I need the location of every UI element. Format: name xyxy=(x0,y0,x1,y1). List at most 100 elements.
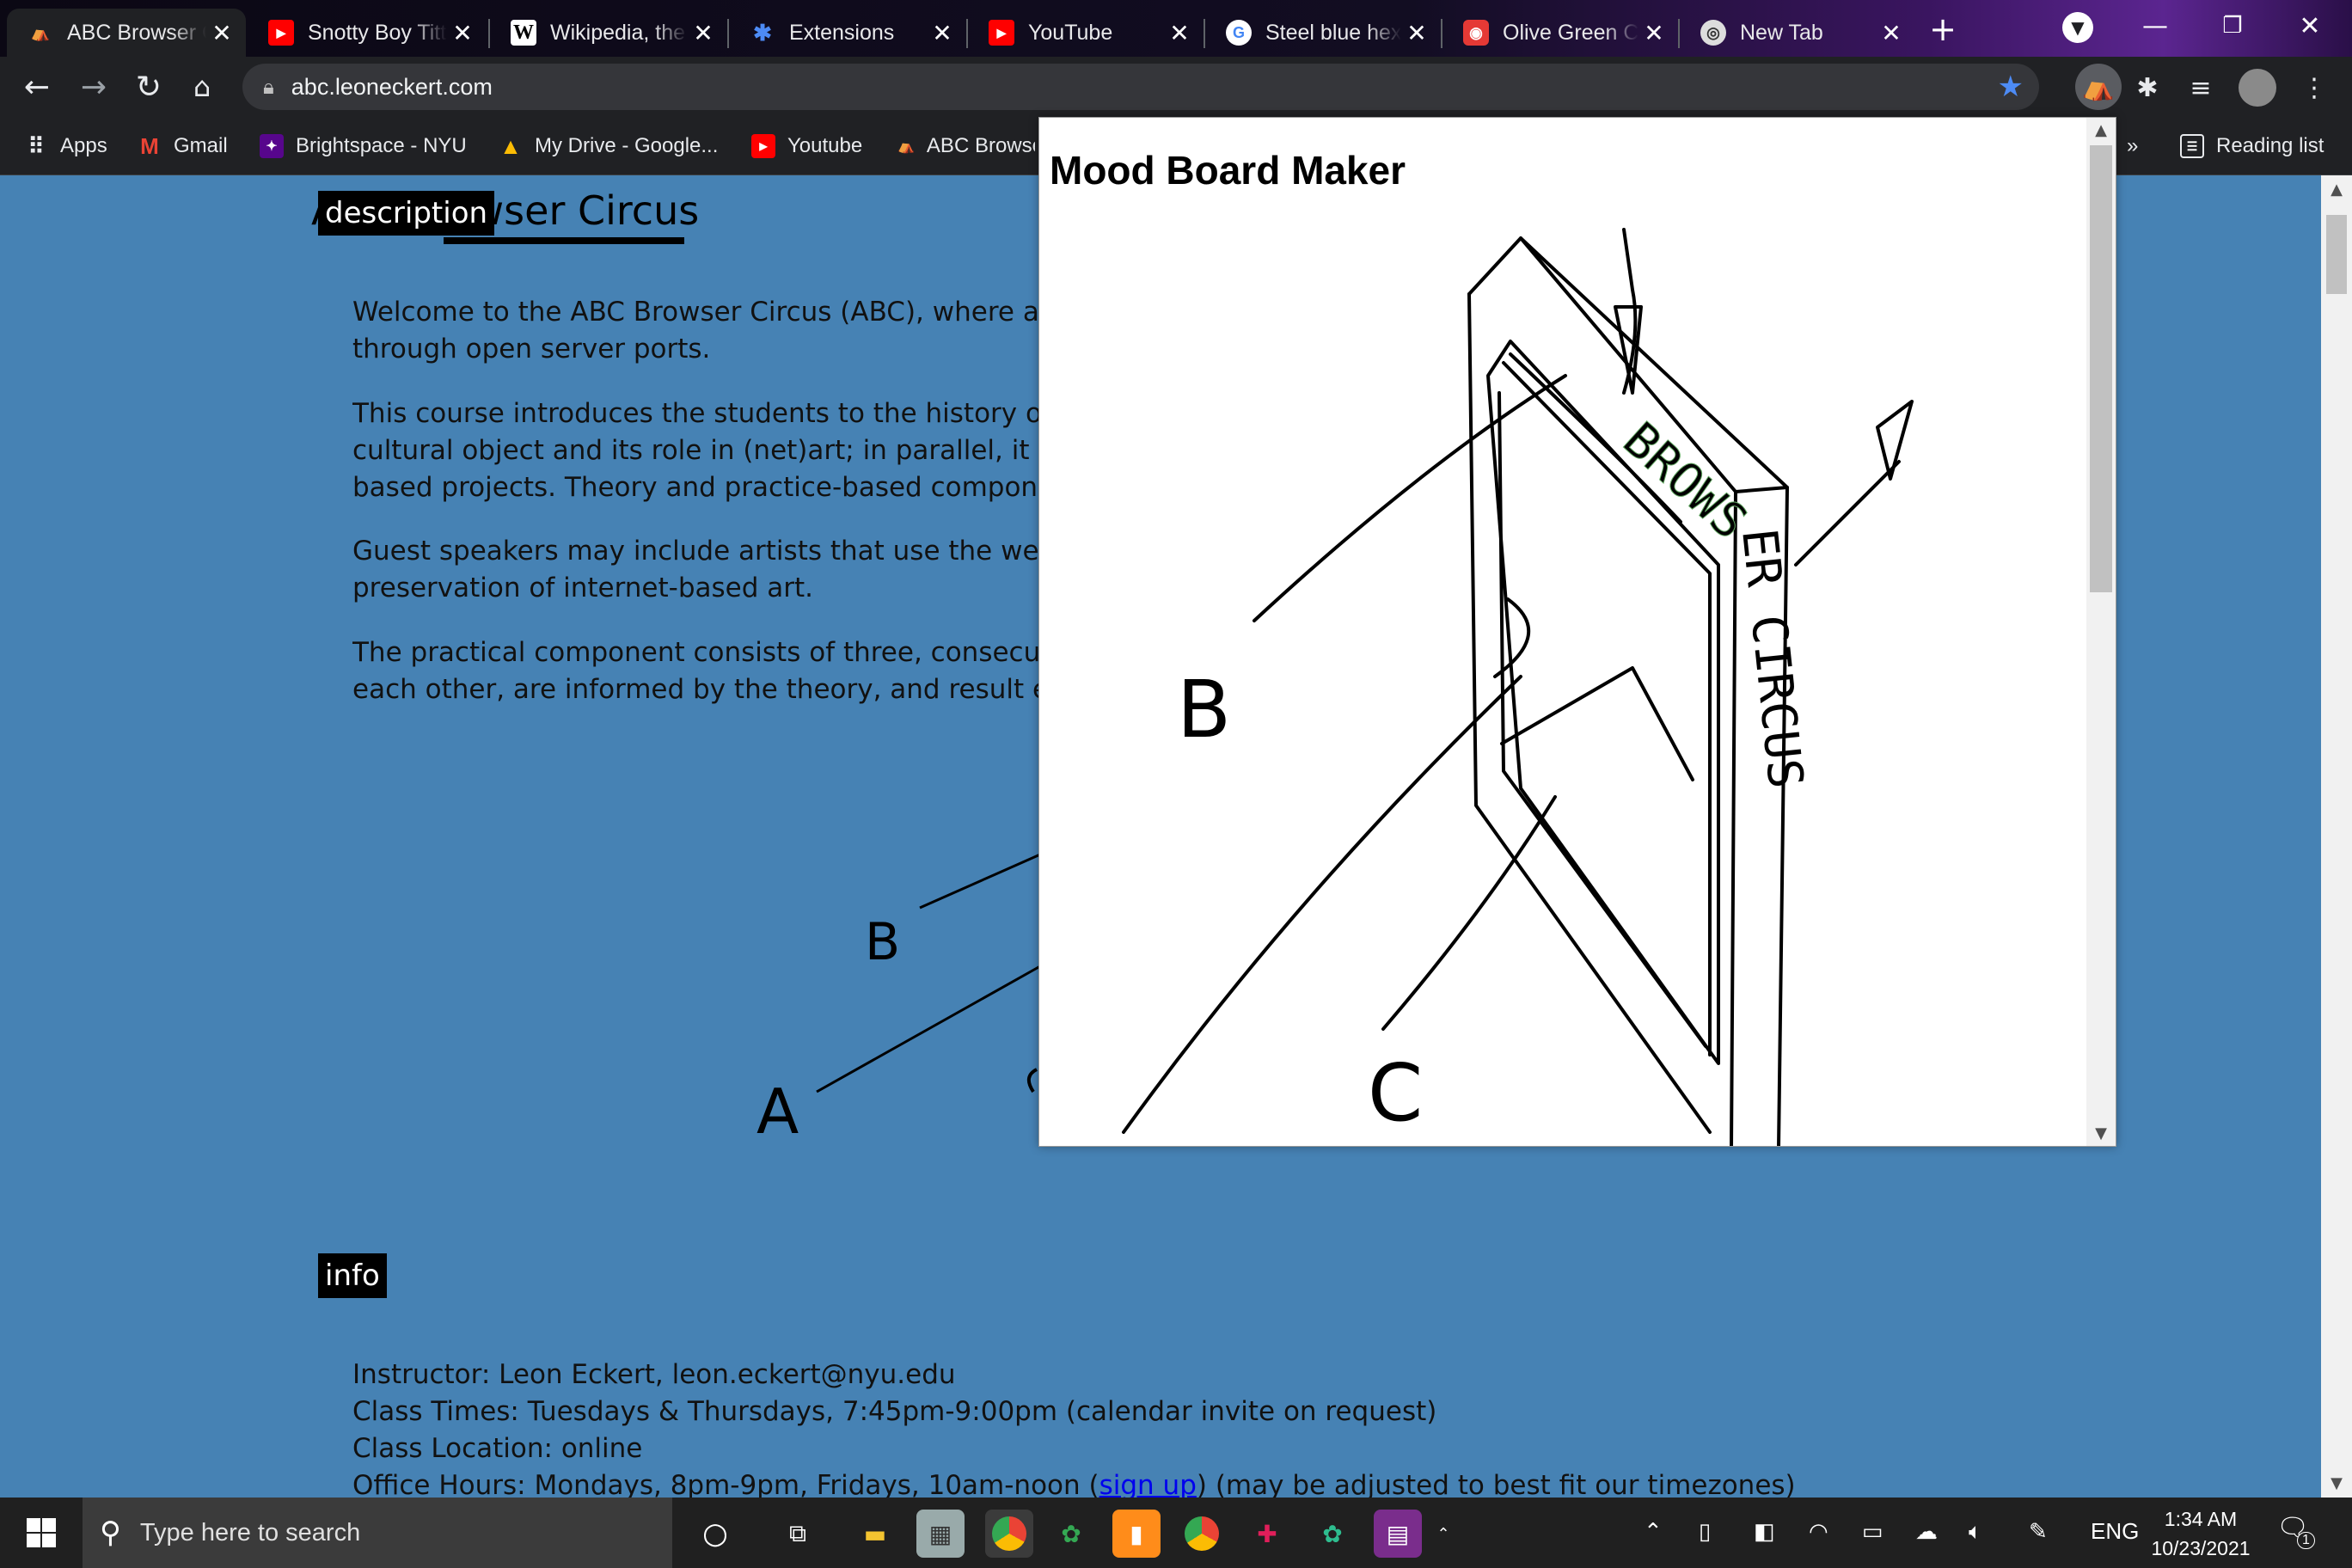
close-tab-icon[interactable]: ✕ xyxy=(1401,19,1432,47)
popup-scrollbar[interactable]: ▲ ▼ xyxy=(2086,118,2116,1146)
avatar[interactable] xyxy=(2239,69,2276,107)
close-tab-icon[interactable]: ✕ xyxy=(1638,19,1669,47)
wifi-icon[interactable]: ◠ xyxy=(1809,1518,1828,1545)
tab-title: Wikipedia, the free encyclopedia xyxy=(550,20,688,45)
tab-steel-blue[interactable]: G Steel blue hex color ✕ xyxy=(1205,9,1441,57)
notes-app-icon[interactable]: ▮ xyxy=(1112,1510,1161,1558)
restore-button[interactable]: ❐ xyxy=(2194,0,2271,52)
tab-search-button[interactable]: ▼ xyxy=(2039,2,2116,53)
frame-outer-edge xyxy=(1467,236,1737,1146)
close-tab-icon[interactable]: ✕ xyxy=(1164,19,1195,47)
taskbar-overflow-icon[interactable]: ⌃ xyxy=(1430,1510,1456,1558)
bookmark-star-icon[interactable]: ★ xyxy=(1998,70,2024,104)
browser-circus-drawing: BROWS ER CIRCUS B C xyxy=(1122,228,1914,1146)
show-hidden-icons[interactable]: ⌃ xyxy=(1644,1518,1663,1545)
kebab-menu-icon[interactable]: ⋮ xyxy=(2295,69,2333,107)
office-hours-text: Office Hours: Mondays, 8pm-9pm, Fridays,… xyxy=(352,1470,1099,1498)
forward-button[interactable]: → xyxy=(74,67,113,107)
drawing-label-c: C xyxy=(1368,1047,1423,1139)
tab-new-tab[interactable]: ◎ New Tab ✕ xyxy=(1680,9,1915,57)
tab-snotty-boy[interactable]: ▶ Snotty Boy Titty Twister ✕ xyxy=(248,9,487,57)
home-button[interactable]: ⌂ xyxy=(182,67,222,107)
windows-taskbar: ⚲ Type here to search ○ ⧉ ▬ ▦ ✿ ▮ ✚ ✿ ▤ … xyxy=(0,1498,2352,1568)
bookmark-brightspace[interactable]: ✦ Brightspace - NYU xyxy=(260,131,467,162)
tab-abc-browser-circus[interactable]: ⛺ ABC Browser Circus ✕ xyxy=(7,9,246,57)
language-indicator[interactable]: ENG xyxy=(2091,1518,2139,1545)
minimize-button[interactable]: — xyxy=(2116,0,2194,52)
bookmark-youtube[interactable]: ▶ Youtube xyxy=(751,131,862,162)
close-tab-icon[interactable]: ✕ xyxy=(447,19,478,47)
scroll-down-arrow[interactable]: ▼ xyxy=(2321,1474,2352,1492)
bookmark-gmail[interactable]: M Gmail xyxy=(138,131,228,162)
tab-strip: ⛺ ABC Browser Circus ✕ ▶ Snotty Boy Titt… xyxy=(0,0,2352,57)
popup-scroll-down-arrow[interactable]: ▼ xyxy=(2086,1124,2116,1142)
popup-scroll-up-arrow[interactable]: ▲ xyxy=(2086,121,2116,139)
apps-grid-icon: ⠿ xyxy=(28,132,45,159)
sign-up-link[interactable]: sign up xyxy=(1099,1470,1197,1498)
volume-icon[interactable]: 🔈︎ xyxy=(1969,1518,1982,1546)
diagram-label-b: B xyxy=(865,912,900,972)
bookmark-abc-browser-circus[interactable]: ⛺ ABC Browser Circus xyxy=(897,131,1035,162)
back-button[interactable]: ← xyxy=(17,67,57,107)
tab-olive-green[interactable]: ◉ Olive Green Color ✕ xyxy=(1442,9,1678,57)
battery-icon[interactable]: ▭ xyxy=(1862,1518,1883,1545)
more-bookmarks-button[interactable]: » xyxy=(2127,131,2138,162)
chrome-taskbar-icon[interactable] xyxy=(985,1510,1033,1558)
class-times-line: Class Times: Tuesdays & Thursdays, 7:45p… xyxy=(352,1396,1437,1427)
start-button[interactable] xyxy=(0,1498,83,1568)
bookmark-my-drive[interactable]: ▲ My Drive - Google... xyxy=(499,131,718,162)
close-tab-icon[interactable]: ✕ xyxy=(1876,19,1907,47)
scroll-up-arrow[interactable]: ▲ xyxy=(2321,181,2352,199)
file-explorer-icon[interactable]: ▬ xyxy=(851,1510,899,1558)
reading-list-button[interactable]: ☰ Reading list xyxy=(2180,131,2324,162)
tab-wikipedia[interactable]: W Wikipedia, the free encyclopedia ✕ xyxy=(490,9,727,57)
frame-lettering: ER CIRCUS xyxy=(1730,526,1813,792)
chrome-profile-icon[interactable] xyxy=(1178,1510,1226,1558)
address-bar[interactable]: 🔒︎ abc.leoneckert.com ★ xyxy=(242,64,2039,110)
windows-logo-icon xyxy=(27,1518,56,1547)
bookmark-apps[interactable]: ⠿ Apps xyxy=(24,131,107,162)
onedrive-cloud-icon[interactable]: ☁ xyxy=(1915,1518,1938,1545)
tab-title: Steel blue hex color xyxy=(1265,20,1401,45)
circus-extension-icon[interactable]: ⛺ xyxy=(2075,64,2122,110)
gmail-icon: M xyxy=(140,132,159,159)
pointer-c-line xyxy=(1381,795,1557,1031)
camera-icon[interactable]: ◧ xyxy=(1754,1518,1775,1545)
chatgpt-icon[interactable]: ✿ xyxy=(1308,1510,1357,1558)
diagram-label-c xyxy=(1026,1068,1038,1093)
pointer-top-head xyxy=(1614,305,1643,395)
cortana-icon[interactable]: ○ xyxy=(691,1510,739,1558)
extensions-puzzle-icon[interactable]: ✱ xyxy=(2128,69,2166,107)
pointer-right-line xyxy=(1794,460,1901,567)
system-clock[interactable]: 1:34 AM 10/23/2021 xyxy=(2141,1504,2261,1563)
bookmark-label: ABC Browser Circus xyxy=(926,134,1035,157)
task-view-icon[interactable]: ⧉ xyxy=(774,1510,822,1558)
scroll-thumb[interactable] xyxy=(2326,215,2347,294)
slack-icon[interactable]: ✚ xyxy=(1243,1510,1291,1558)
desktop-app-icon[interactable]: ▦ xyxy=(916,1510,965,1558)
tab-youtube[interactable]: ▶ YouTube ✕ xyxy=(968,9,1204,57)
new-tab-button[interactable]: + xyxy=(1908,3,1977,55)
close-tab-icon[interactable]: ✕ xyxy=(927,19,958,47)
openai-app-icon[interactable]: ✿ xyxy=(1047,1510,1095,1558)
notification-center-button[interactable]: 🗨︎ 1 xyxy=(2276,1513,2315,1549)
notification-count: 1 xyxy=(2297,1532,2315,1549)
usb-icon[interactable]: ▯ xyxy=(1699,1518,1711,1545)
tab-title: Extensions xyxy=(789,20,895,45)
pen-icon[interactable]: ✎ xyxy=(2029,1518,2048,1545)
winrar-icon[interactable]: ▤ xyxy=(1374,1510,1422,1558)
diagram-label-a: A xyxy=(756,1075,799,1148)
page-scrollbar[interactable]: ▲ ▼ xyxy=(2321,175,2352,1498)
popup-scroll-thumb[interactable] xyxy=(2090,145,2112,592)
tab-extensions[interactable]: ✱ Extensions ✕ xyxy=(729,9,966,57)
diagram-line-b xyxy=(919,853,1041,910)
media-control-icon[interactable]: ≡ xyxy=(2182,69,2220,107)
taskbar-search-box[interactable]: ⚲ Type here to search xyxy=(83,1498,672,1568)
reload-button[interactable]: ↻ xyxy=(129,67,168,107)
diagram-line-a xyxy=(816,965,1041,1093)
close-window-button[interactable]: ✕ xyxy=(2271,0,2349,52)
close-tab-icon[interactable]: ✕ xyxy=(688,19,719,47)
info-label: info xyxy=(318,1253,387,1298)
reading-list-label: Reading list xyxy=(2216,134,2324,157)
close-tab-icon[interactable]: ✕ xyxy=(206,19,237,47)
